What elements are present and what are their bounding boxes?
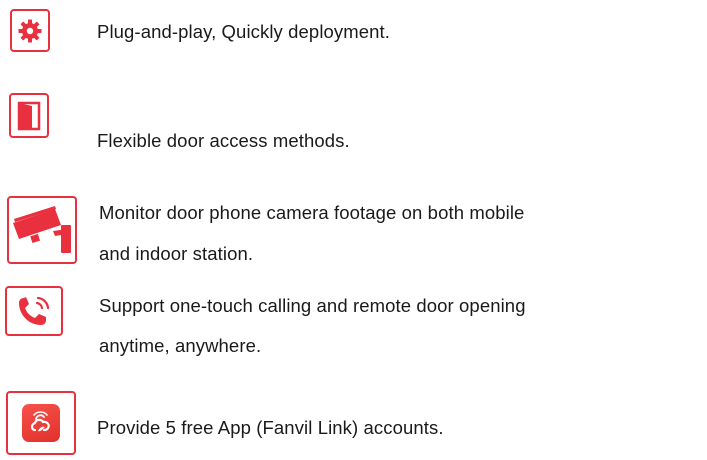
door-icon xyxy=(17,101,41,130)
fanvil-link-app-icon xyxy=(22,404,60,442)
gear-icon-frame xyxy=(10,9,50,52)
phone-call-icon-frame xyxy=(5,286,63,336)
feature-text-line-1: Support one-touch calling and remote doo… xyxy=(99,295,526,316)
phone-call-icon xyxy=(19,296,50,325)
feature-text-line-1: Monitor door phone camera footage on bot… xyxy=(99,202,525,223)
door-icon-frame xyxy=(9,93,49,138)
feature-text: Plug-and-play, Quickly deployment. xyxy=(97,21,391,42)
feature-text-line-2: anytime, anywhere. xyxy=(99,335,262,356)
security-camera-icon-frame xyxy=(7,196,77,264)
gear-icon xyxy=(18,19,42,42)
feature-text: Flexible door access methods. xyxy=(97,130,350,151)
security-camera-icon xyxy=(13,206,71,253)
feature-text-line-2: and indoor station. xyxy=(99,243,254,264)
feature-text: Provide 5 free App (Fanvil Link) account… xyxy=(97,417,444,438)
fanvil-link-app-icon-frame xyxy=(6,391,76,455)
